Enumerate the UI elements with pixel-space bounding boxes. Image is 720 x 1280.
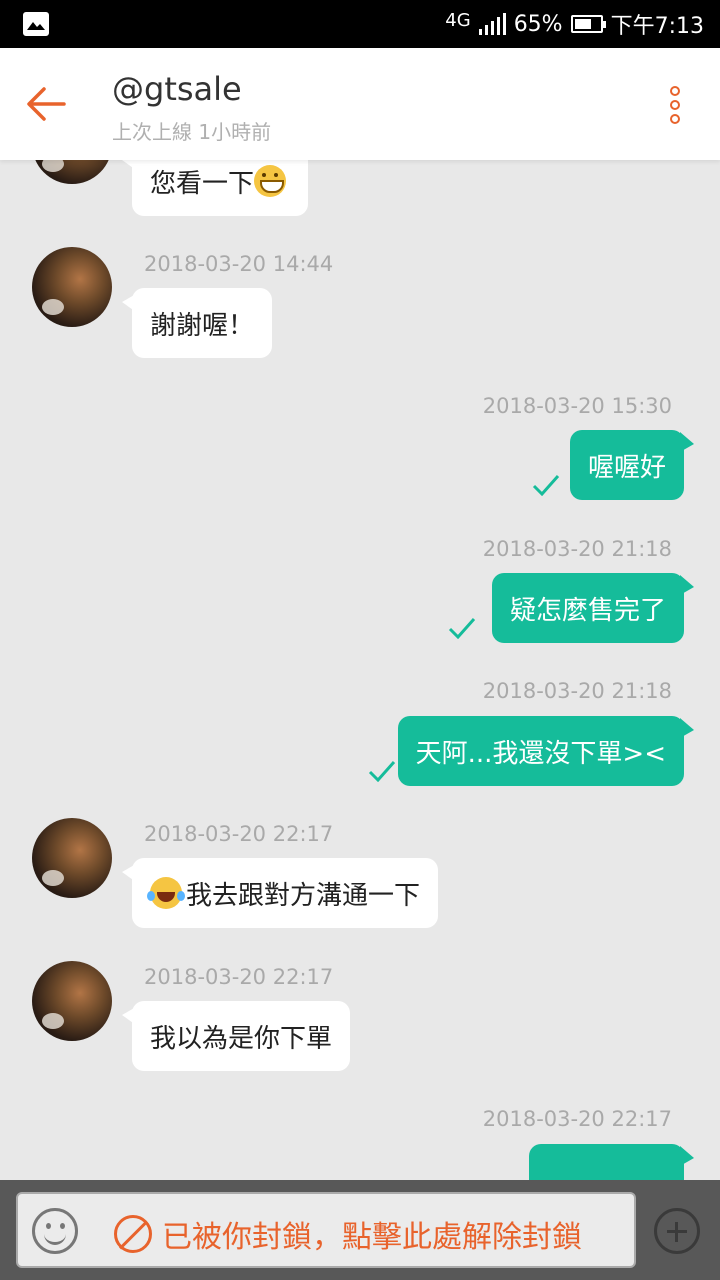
message-timestamp: 2018-03-20 15:30 bbox=[482, 394, 672, 418]
unblock-button[interactable]: 已被你封鎖，點擊此處解除封鎖 bbox=[114, 1212, 582, 1256]
more-vertical-icon[interactable] bbox=[670, 86, 682, 126]
message-text: 喔喔好 bbox=[587, 452, 666, 483]
read-check-icon bbox=[368, 761, 396, 782]
laughing-emoji-icon bbox=[147, 877, 182, 909]
message-bubble-outgoing[interactable]: 喔喔好 bbox=[569, 430, 695, 500]
message-bubble-incoming[interactable]: 您看一下 bbox=[121, 160, 309, 216]
avatar[interactable] bbox=[32, 818, 112, 898]
no-entry-icon bbox=[114, 1215, 152, 1253]
message-timestamp: 2018-03-20 22:17 bbox=[144, 965, 334, 989]
message-timestamp: 2018-03-20 21:18 bbox=[482, 679, 672, 703]
smiley-icon[interactable] bbox=[32, 1208, 78, 1254]
contact-name: @gtsale bbox=[112, 70, 242, 108]
message-text: 謝謝喔！ bbox=[150, 310, 255, 341]
signal-icon bbox=[478, 13, 506, 35]
last-seen: 上次上線 1小時前 bbox=[112, 120, 272, 144]
message-bubble-incoming[interactable]: 我以為是你下單 bbox=[121, 1001, 351, 1071]
status-icons: 4G 65% 下午7:13 bbox=[445, 8, 704, 40]
gallery-notification-icon bbox=[23, 12, 49, 36]
network-type: 4G bbox=[445, 9, 471, 31]
message-bubble-incoming[interactable]: 我去跟對方溝通一下 bbox=[121, 858, 439, 928]
read-check-icon bbox=[448, 618, 476, 639]
message-timestamp: 2018-03-20 21:18 bbox=[482, 537, 672, 561]
chat-header: @gtsale 上次上線 1小時前 bbox=[0, 48, 720, 160]
message-list[interactable]: 您看一下 2018-03-20 14:44 謝謝喔！ 2018-03-20 15… bbox=[0, 160, 720, 1180]
battery-fill bbox=[574, 19, 591, 29]
arrow-left-icon[interactable] bbox=[24, 82, 68, 126]
unblock-banner[interactable]: 已被你封鎖，點擊此處解除封鎖 bbox=[16, 1192, 636, 1268]
message-text: 我以為是你下單 bbox=[150, 1023, 333, 1054]
message-timestamp: 2018-03-20 22:17 bbox=[482, 1107, 672, 1131]
message-timestamp: 2018-03-20 22:17 bbox=[144, 822, 334, 846]
grin-emoji-icon bbox=[254, 165, 287, 197]
avatar[interactable] bbox=[32, 961, 112, 1041]
battery-percent: 65% bbox=[513, 11, 563, 37]
message-bubble-outgoing[interactable]: 疑怎麼售完了 bbox=[491, 573, 695, 643]
blocked-label: 已被你封鎖，點擊此處解除封鎖 bbox=[162, 1220, 582, 1255]
message-timestamp: 2018-03-20 14:44 bbox=[144, 252, 334, 276]
message-text: 疑怎麼售完了 bbox=[509, 595, 666, 626]
message-bubble-outgoing[interactable]: 天阿...我還沒下單>< bbox=[397, 716, 695, 786]
plus-circle-icon[interactable] bbox=[654, 1208, 700, 1254]
message-bubble-incoming[interactable]: 謝謝喔！ bbox=[121, 288, 273, 358]
clock: 下午7:13 bbox=[610, 14, 704, 39]
avatar[interactable] bbox=[32, 247, 112, 327]
message-text: 您看一下 bbox=[150, 168, 255, 199]
message-text: 天阿...我還沒下單>< bbox=[415, 738, 666, 769]
message-bubble-outgoing[interactable] bbox=[529, 1144, 694, 1180]
input-bar: 已被你封鎖，點擊此處解除封鎖 bbox=[0, 1180, 720, 1280]
avatar[interactable] bbox=[32, 160, 112, 184]
message-text: 我去跟對方溝通一下 bbox=[186, 880, 421, 911]
read-check-icon bbox=[532, 475, 560, 496]
battery-icon bbox=[570, 15, 606, 33]
status-bar: 4G 65% 下午7:13 bbox=[0, 0, 720, 48]
